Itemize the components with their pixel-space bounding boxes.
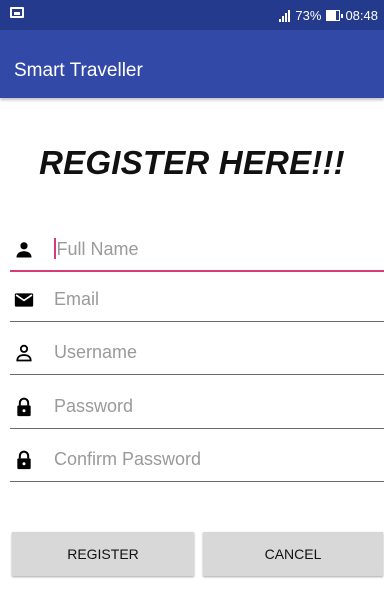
- email-placeholder: Email: [54, 289, 100, 309]
- full-name-underline: [10, 270, 384, 272]
- person-icon: [16, 242, 32, 258]
- battery-percent: 73%: [295, 7, 322, 23]
- gallery-notification-icon: [10, 7, 24, 18]
- person-outline-icon: [16, 344, 32, 362]
- email-input[interactable]: Email: [54, 284, 376, 314]
- signal-icon: [279, 9, 291, 22]
- username-placeholder: Username: [54, 342, 138, 362]
- lock-icon: [17, 397, 31, 417]
- text-cursor: [54, 238, 56, 259]
- status-indicators: 73% 08:48: [279, 6, 378, 24]
- app-title: Smart Traveller: [14, 60, 143, 81]
- username-input[interactable]: Username: [54, 337, 376, 367]
- register-button[interactable]: REGISTER: [12, 532, 194, 576]
- password-underline: [10, 428, 384, 429]
- password-field[interactable]: Password: [10, 387, 384, 429]
- confirm-password-placeholder: Confirm Password: [54, 449, 202, 469]
- confirm-password-underline: [10, 481, 384, 482]
- confirm-password-input[interactable]: Confirm Password: [54, 444, 376, 474]
- app-bar: Smart Traveller: [0, 30, 384, 98]
- full-name-field[interactable]: Full Name: [10, 230, 384, 272]
- email-field[interactable]: Email: [10, 280, 384, 322]
- password-placeholder: Password: [54, 396, 134, 416]
- clock: 08:48: [345, 7, 378, 23]
- email-underline: [10, 321, 384, 322]
- register-heading: REGISTER HERE!!!: [39, 144, 345, 181]
- mail-icon: [14, 293, 34, 307]
- full-name-input[interactable]: Full Name: [54, 234, 376, 264]
- status-bar: 73% 08:48: [0, 0, 384, 30]
- cancel-button[interactable]: CANCEL: [203, 532, 383, 576]
- username-underline: [10, 374, 384, 375]
- username-field[interactable]: Username: [10, 333, 384, 375]
- battery-icon: [326, 9, 344, 21]
- confirm-password-field[interactable]: Confirm Password: [10, 440, 384, 482]
- full-name-placeholder: Full Name: [56, 239, 139, 259]
- lock-icon: [17, 450, 31, 470]
- password-input[interactable]: Password: [54, 391, 376, 421]
